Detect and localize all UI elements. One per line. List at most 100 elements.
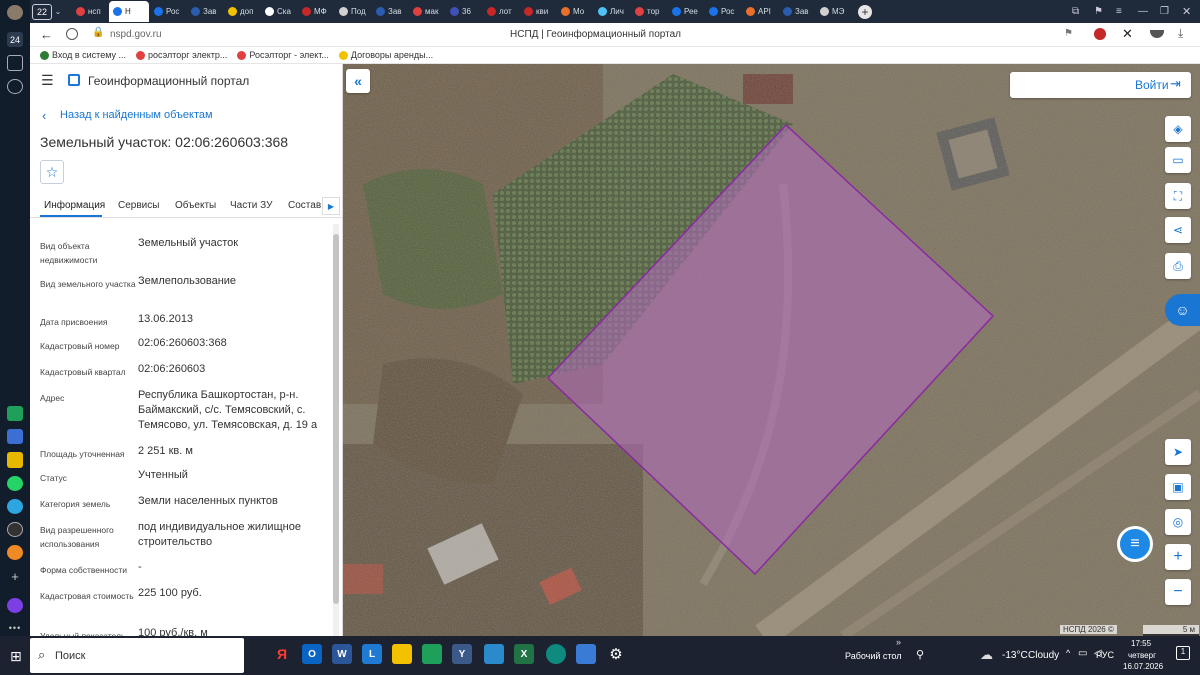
browser-tab[interactable]: Ска xyxy=(261,1,297,22)
ruler-icon[interactable]: ▭ xyxy=(1165,147,1191,173)
bookmark-item[interactable]: Росэлторг - элект... xyxy=(237,50,329,60)
tab-composition[interactable]: Состав xyxy=(288,200,321,211)
app-icon-orange[interactable] xyxy=(7,545,23,561)
user-location-icon[interactable]: ⚲ xyxy=(916,648,924,661)
tab-services[interactable]: Сервисы xyxy=(118,200,159,211)
browser-tab[interactable]: МЭ xyxy=(816,1,852,22)
weather-temperature[interactable]: -13°C xyxy=(1002,650,1028,661)
layers-icon[interactable]: ◈ xyxy=(1165,116,1191,142)
browser-tab[interactable]: лот xyxy=(483,1,519,22)
app-blue-icon[interactable] xyxy=(576,644,596,664)
clock-day[interactable]: четверг xyxy=(1128,651,1156,660)
yandex-protect-icon[interactable] xyxy=(66,28,78,40)
windows-start-icon[interactable]: ⊞ xyxy=(10,648,22,665)
photos-icon[interactable] xyxy=(484,644,504,664)
alice-icon[interactable] xyxy=(7,597,23,613)
extensions-icon[interactable]: ⧉ xyxy=(1072,6,1094,17)
browser-tab[interactable]: Лич xyxy=(594,1,630,22)
outlook-icon[interactable]: O xyxy=(302,644,322,664)
word-icon[interactable]: W xyxy=(332,644,352,664)
login-button[interactable]: Войти ⇥ xyxy=(1010,72,1191,98)
browser-tab[interactable]: Н xyxy=(109,1,149,22)
browser-tab[interactable]: Под xyxy=(335,1,371,22)
add-icon[interactable]: + xyxy=(7,568,23,584)
clock-time[interactable]: 17:55 xyxy=(1131,639,1151,648)
print-icon[interactable]: ⎙ xyxy=(1165,253,1191,279)
browser-tab[interactable]: API xyxy=(742,1,778,22)
tab-parts[interactable]: Части ЗУ xyxy=(230,200,272,211)
browser-tab[interactable]: тор xyxy=(631,1,667,22)
restore-button[interactable]: ❐ xyxy=(1160,6,1182,17)
tray-chevron-icon[interactable]: ^ xyxy=(1066,648,1070,658)
tab-list-chevron-icon[interactable]: ⌄ xyxy=(52,7,64,16)
lync-icon[interactable]: L xyxy=(362,644,382,664)
zoom-in-button[interactable]: + xyxy=(1165,544,1191,570)
tabs-scroll-right-button[interactable]: ▶ xyxy=(322,197,340,215)
extension-icon-grey[interactable] xyxy=(1150,30,1164,38)
browser-tab[interactable]: Зав xyxy=(779,1,815,22)
weather-cloud-icon[interactable]: ☁ xyxy=(980,647,993,663)
select-area-icon[interactable]: ⛶ xyxy=(1165,183,1191,209)
zoom-out-button[interactable]: − xyxy=(1165,579,1191,605)
weather-text[interactable]: Cloudy xyxy=(1028,650,1059,661)
notifications-icon[interactable]: 1 xyxy=(1176,646,1190,660)
bookmark-flag-icon[interactable]: ⚑ xyxy=(1064,28,1073,39)
bookmark-item[interactable]: Договоры аренды... xyxy=(338,50,433,60)
app-icon-yellow[interactable] xyxy=(7,452,23,468)
more-icon[interactable]: ••• xyxy=(7,621,23,636)
edge-icon[interactable] xyxy=(546,644,566,664)
tab-counter[interactable]: 22 xyxy=(32,3,52,20)
browser-tab[interactable]: Зав xyxy=(187,1,223,22)
settings-gear-icon[interactable]: ⚙ xyxy=(606,644,626,664)
satellite-map[interactable]: « Войти ⇥ ◈ ▭ ⛶ ⋖ ⎙ ☺ ➤ ▣ ◎ + − ≡ НСПД 2… xyxy=(343,64,1200,636)
browser-tab[interactable]: нсп xyxy=(72,1,108,22)
app-icon-dark[interactable] xyxy=(7,521,23,538)
browser-tab[interactable]: Зав xyxy=(372,1,408,22)
whatsapp-icon[interactable] xyxy=(7,475,23,491)
collections-icon[interactable] xyxy=(7,55,23,71)
browser-tab[interactable]: кви xyxy=(520,1,556,22)
tab-info[interactable]: Информация xyxy=(44,200,105,211)
back-chevron-icon[interactable]: ‹ xyxy=(42,108,46,123)
clock-date[interactable]: 16.07.2026 xyxy=(1123,662,1163,671)
share-icon[interactable]: ⋖ xyxy=(1165,217,1191,243)
calendar-icon[interactable]: 24 xyxy=(7,32,23,48)
minimap-icon[interactable]: ▣ xyxy=(1165,474,1191,500)
scrollbar[interactable] xyxy=(333,224,339,636)
history-icon[interactable] xyxy=(7,78,23,94)
bookmark-item[interactable]: Вход в систему ... xyxy=(40,50,126,60)
browser-tab[interactable]: мак xyxy=(409,1,445,22)
hamburger-menu-icon[interactable]: ☰ xyxy=(41,72,54,89)
browser-tab[interactable]: Рос xyxy=(150,1,186,22)
menu-icon[interactable]: ≡ xyxy=(1116,6,1138,17)
browser-tab[interactable]: Рос xyxy=(705,1,741,22)
browser-tab[interactable]: Мо xyxy=(557,1,593,22)
favorite-star-button[interactable]: ☆ xyxy=(40,160,64,184)
url-text[interactable]: nspd.gov.ru xyxy=(110,29,162,40)
collapse-panel-button[interactable]: « xyxy=(346,69,370,93)
desktop-label[interactable]: Рабочий стол xyxy=(845,651,902,661)
tab-objects[interactable]: Объекты xyxy=(175,200,216,211)
browser-tab[interactable]: доп xyxy=(224,1,260,22)
file-explorer-icon[interactable] xyxy=(392,644,412,664)
avatar[interactable] xyxy=(7,5,23,21)
taskbar-chevron-icon[interactable]: » xyxy=(896,637,901,647)
app-icon-green[interactable] xyxy=(7,405,23,422)
bookmark-icon[interactable]: ⚑ xyxy=(1094,6,1116,17)
chat-bubble-button[interactable]: ≡ xyxy=(1117,526,1153,562)
extension-icon-dark[interactable]: ✕ xyxy=(1122,26,1133,42)
extension-icon-red[interactable] xyxy=(1094,28,1106,40)
minimize-button[interactable]: — xyxy=(1138,6,1160,17)
excel-icon[interactable]: X xyxy=(514,644,534,664)
browser-tab[interactable]: Рее xyxy=(668,1,704,22)
app-icon-blue[interactable] xyxy=(7,429,23,445)
app-green-icon[interactable] xyxy=(422,644,442,664)
back-arrow-icon[interactable]: ← xyxy=(40,27,53,42)
scrollbar-thumb[interactable] xyxy=(333,234,339,604)
yandex-browser-icon[interactable]: Я xyxy=(272,644,292,664)
browser-tab[interactable]: 36 xyxy=(446,1,482,22)
telegram-icon[interactable] xyxy=(7,498,23,514)
geolocation-icon[interactable]: ➤ xyxy=(1165,439,1191,465)
chat-support-icon[interactable]: ☺ xyxy=(1165,294,1200,326)
street-view-icon[interactable]: ◎ xyxy=(1165,509,1191,535)
